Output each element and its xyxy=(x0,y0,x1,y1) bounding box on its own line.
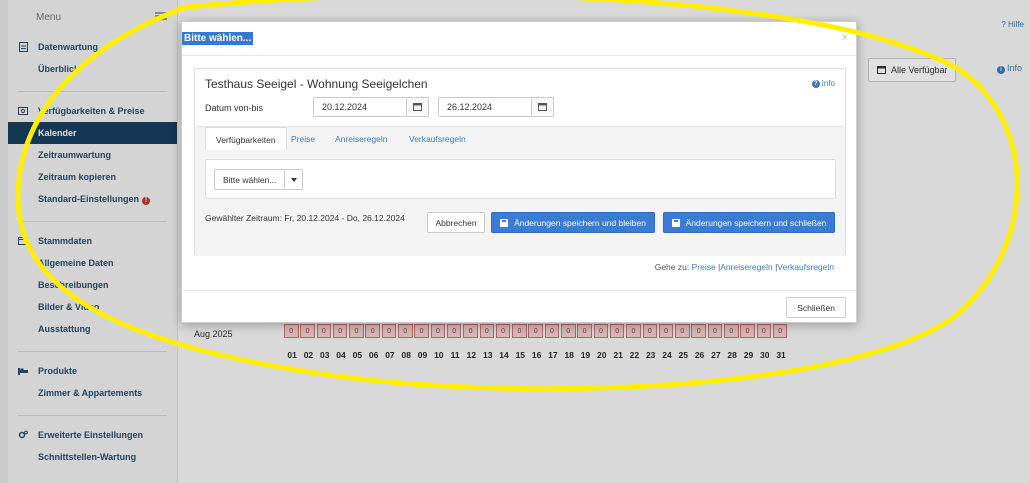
goto-verkaufsregeln-link[interactable]: Verkaufsregeln xyxy=(777,262,834,272)
caret-down-icon xyxy=(284,170,302,189)
close-button[interactable]: Schließen xyxy=(786,297,846,318)
save-and-stay-button[interactable]: Änderungen speichern und bleiben xyxy=(491,212,655,233)
date-to-picker-button[interactable] xyxy=(532,97,554,117)
calendar-icon xyxy=(538,102,547,113)
close-icon[interactable]: × xyxy=(842,32,848,44)
panel-info-link[interactable]: ? Info xyxy=(811,79,835,88)
modal-dialog: Bitte wählen... × Testhaus Seeigel - Woh… xyxy=(181,21,857,323)
tab-verfuegbarkeiten[interactable]: Verfügbarkeiten xyxy=(205,127,287,151)
goto-prefix: Gehe zu: xyxy=(654,262,690,272)
modal-title: Bitte wählen... xyxy=(182,32,254,45)
cancel-button[interactable]: Abbrechen xyxy=(427,212,485,233)
modal-header: Bitte wählen... × xyxy=(182,22,856,56)
date-to-input[interactable]: 26.12.2024 xyxy=(438,97,532,117)
date-from-picker-button[interactable] xyxy=(407,97,429,117)
tabs-bar: Verfügbarkeiten Preise Anreiseregeln Ver… xyxy=(195,126,845,151)
info-label: Info xyxy=(821,79,835,88)
goto-links: Gehe zu: Preise |Anreiseregeln |Verkaufs… xyxy=(654,262,834,272)
modal-footer: Schließen xyxy=(182,290,856,323)
selection-dropdown[interactable]: Bitte wählen... xyxy=(214,169,304,190)
save-and-stay-label: Änderungen speichern und bleiben xyxy=(514,217,646,228)
save-icon xyxy=(671,218,680,227)
date-range-label: Datum von-bis xyxy=(205,103,264,113)
property-title: Testhaus Seeigel - Wohnung Seeigelchen xyxy=(205,77,428,91)
calendar-icon xyxy=(413,102,422,113)
dropdown-label: Bitte wählen... xyxy=(223,174,277,185)
goto-anreiseregeln-link[interactable]: Anreiseregeln xyxy=(720,262,772,272)
tab-anreiseregeln[interactable]: Anreiseregeln xyxy=(325,127,397,151)
tab-content: Bitte wählen... Gewählter Zeitraum: Fr, … xyxy=(195,150,845,256)
tab-verkaufsregeln[interactable]: Verkaufsregeln xyxy=(399,127,476,151)
select-container: Bitte wählen... xyxy=(205,159,836,199)
save-and-close-label: Änderungen speichern und schließen xyxy=(685,217,827,228)
date-from-input[interactable]: 20.12.2024 xyxy=(313,97,407,117)
goto-preise-link[interactable]: Preise xyxy=(692,262,716,272)
tab-preise[interactable]: Preise xyxy=(281,127,325,151)
availability-panel: Testhaus Seeigel - Wohnung Seeigelchen ?… xyxy=(194,68,846,256)
selected-range-text: Gewählter Zeitraum: Fr, 20.12.2024 - Do,… xyxy=(205,213,405,223)
info-icon: ? xyxy=(811,79,820,88)
save-and-close-button[interactable]: Änderungen speichern und schließen xyxy=(663,212,835,233)
save-icon xyxy=(500,218,509,227)
